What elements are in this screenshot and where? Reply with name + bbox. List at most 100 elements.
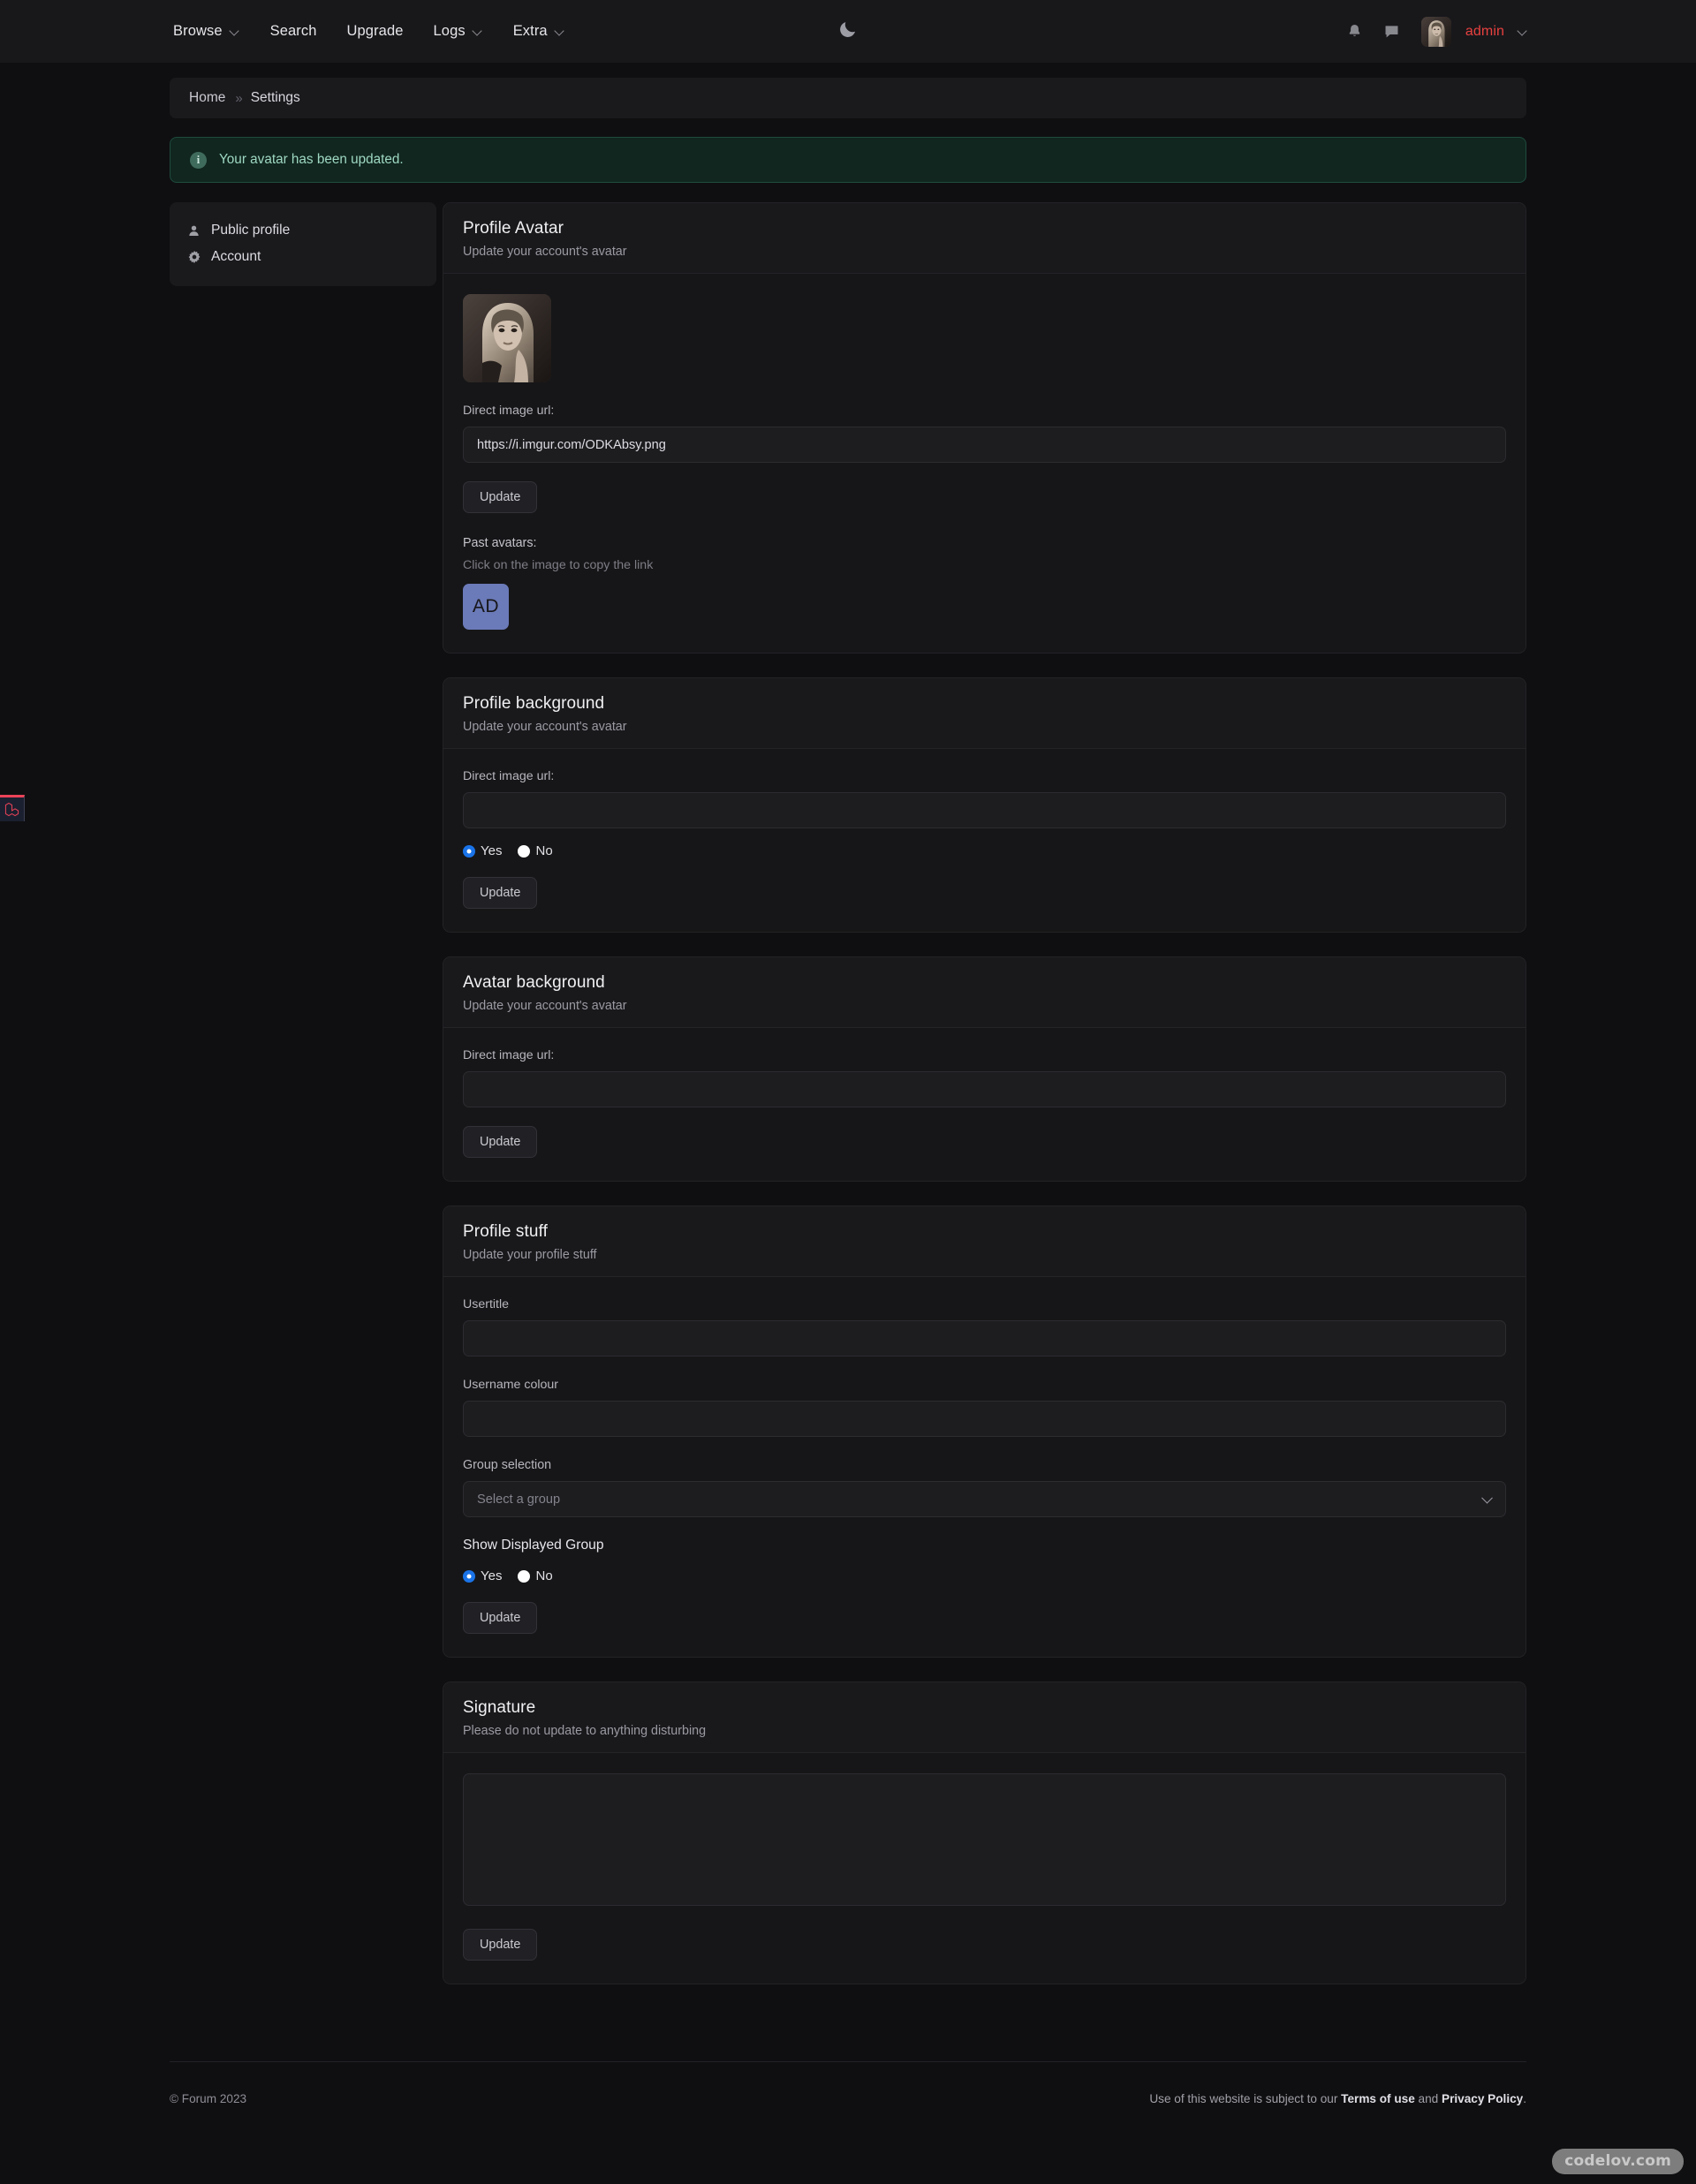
card-subtitle-signature: Please do not update to anything disturb… xyxy=(463,1724,707,1738)
theme-toggle-button[interactable] xyxy=(837,19,859,44)
sidebar-item-account[interactable]: Account xyxy=(170,244,436,270)
card-body: Direct image url: Update Past avatars: C… xyxy=(443,274,1526,653)
nav-item-search[interactable]: Search xyxy=(270,19,317,43)
avatar-update-button[interactable]: Update xyxy=(463,481,538,513)
footer-legal-middle: and xyxy=(1414,2092,1442,2105)
profile-background-update-button[interactable]: Update xyxy=(463,877,538,909)
radio-label-yes[interactable]: Yes xyxy=(481,843,502,858)
profile-stuff-update-button[interactable]: Update xyxy=(463,1602,538,1634)
primary-nav: Browse Search Upgrade Logs Extra xyxy=(173,19,565,43)
moon-icon xyxy=(840,21,855,37)
radio-yes-show-group[interactable] xyxy=(463,1569,475,1583)
radio-label-no[interactable]: No xyxy=(535,1568,552,1583)
card-subtitle-avatar-background: Update your account's avatar xyxy=(463,999,627,1013)
gear-icon xyxy=(187,251,201,263)
breadcrumb-separator-icon: » xyxy=(235,90,242,106)
card-body: Direct image url: Update xyxy=(443,1028,1526,1181)
terms-of-use-link[interactable]: Terms of use xyxy=(1341,2092,1415,2105)
label-group-selection: Group selection xyxy=(463,1458,552,1472)
page-footer: © Forum 2023 Use of this website is subj… xyxy=(170,2061,1526,2141)
nav-item-browse[interactable]: Browse xyxy=(173,19,240,43)
success-alert: i Your avatar has been updated. xyxy=(170,137,1526,183)
watermark: codelov.com xyxy=(1552,2149,1684,2174)
group-select-wrapper: Select a group xyxy=(463,1481,1506,1517)
card-header: Avatar background Update your account's … xyxy=(443,957,1526,1028)
card-profile-avatar: Profile Avatar Update your account's ava… xyxy=(443,202,1526,654)
past-avatar-item[interactable]: AD xyxy=(463,584,509,630)
card-title-profile-stuff: Profile stuff xyxy=(463,1222,548,1241)
card-header: Signature Please do not update to anythi… xyxy=(443,1682,1526,1753)
avatar-url-input[interactable] xyxy=(463,427,1506,463)
card-title-signature: Signature xyxy=(463,1698,536,1717)
usertitle-input[interactable] xyxy=(463,1320,1506,1356)
profile-background-url-input[interactable] xyxy=(463,792,1506,828)
card-title-profile-background: Profile background xyxy=(463,694,605,713)
privacy-policy-link[interactable]: Privacy Policy xyxy=(1442,2092,1523,2105)
radio-no-show-group[interactable] xyxy=(518,1569,531,1583)
username-label[interactable]: admin xyxy=(1465,24,1504,40)
card-profile-stuff: Profile stuff Update your profile stuff … xyxy=(443,1205,1526,1658)
breadcrumb-home[interactable]: Home xyxy=(189,90,225,106)
chevron-down-icon xyxy=(231,26,240,36)
navbar-actions: admin xyxy=(1344,16,1528,47)
card-body: Direct image url: Yes No Update xyxy=(443,749,1526,932)
radio-label-no[interactable]: No xyxy=(535,843,552,858)
label-usertitle: Usertitle xyxy=(463,1297,510,1311)
user-icon xyxy=(187,224,201,237)
card-title-profile-avatar: Profile Avatar xyxy=(463,219,564,238)
settings-sidebar: Public profile Account xyxy=(170,202,436,286)
sidebar-label-public-profile: Public profile xyxy=(211,223,291,238)
signature-update-button[interactable]: Update xyxy=(463,1929,538,1961)
nav-label-extra: Extra xyxy=(512,23,548,39)
label-direct-image-url: Direct image url: xyxy=(463,404,555,418)
radio-no-profile-background[interactable] xyxy=(518,844,531,858)
card-profile-background: Profile background Update your account's… xyxy=(443,677,1526,933)
chat-bubble-icon xyxy=(1385,26,1398,38)
laravel-debugbar-tab[interactable] xyxy=(0,795,25,821)
signature-textarea[interactable] xyxy=(463,1773,1506,1906)
card-subtitle-profile-background: Update your account's avatar xyxy=(463,720,627,734)
card-body: Update xyxy=(443,1753,1526,1984)
breadcrumb-current: Settings xyxy=(250,90,300,105)
show-displayed-group-label: Show Displayed Group xyxy=(463,1538,604,1553)
label-direct-image-url: Direct image url: xyxy=(463,1048,555,1062)
group-select[interactable]: Select a group xyxy=(463,1481,1506,1517)
radio-yes-profile-background[interactable] xyxy=(463,844,475,858)
radio-label-yes[interactable]: Yes xyxy=(481,1568,502,1583)
navbar-avatar[interactable] xyxy=(1420,16,1451,47)
profile-background-radio-group: Yes No xyxy=(463,843,1506,858)
footer-copyright: © Forum 2023 xyxy=(170,2092,247,2105)
card-header: Profile stuff Update your profile stuff xyxy=(443,1206,1526,1277)
username-colour-input[interactable] xyxy=(463,1401,1506,1437)
sidebar-item-public-profile[interactable]: Public profile xyxy=(170,217,436,244)
nav-label-upgrade: Upgrade xyxy=(346,23,404,39)
avatar-background-update-button[interactable]: Update xyxy=(463,1126,538,1158)
nav-item-logs[interactable]: Logs xyxy=(434,19,483,43)
current-avatar-image xyxy=(463,294,551,382)
group-select-value: Select a group xyxy=(477,1492,561,1507)
laravel-logo-icon xyxy=(4,802,19,817)
nav-item-upgrade[interactable]: Upgrade xyxy=(347,19,404,43)
messages-button[interactable] xyxy=(1381,20,1404,43)
card-subtitle-profile-stuff: Update your profile stuff xyxy=(463,1248,597,1262)
notifications-button[interactable] xyxy=(1344,20,1367,43)
card-header: Profile Avatar Update your account's ava… xyxy=(443,203,1526,274)
footer-legal-suffix: . xyxy=(1523,2092,1526,2105)
card-body: Usertitle Username colour Group selectio… xyxy=(443,1277,1526,1657)
user-menu-chevron-down-icon[interactable] xyxy=(1518,26,1528,36)
nav-item-extra[interactable]: Extra xyxy=(513,19,565,43)
breadcrumb: Home » Settings xyxy=(170,78,1526,118)
card-title-avatar-background: Avatar background xyxy=(463,973,605,992)
user-avatar-photo xyxy=(463,294,551,382)
card-header: Profile background Update your account's… xyxy=(443,678,1526,749)
footer-legal: Use of this website is subject to our Te… xyxy=(1149,2092,1526,2105)
past-avatars-label: Past avatars: xyxy=(463,536,537,550)
label-direct-image-url: Direct image url: xyxy=(463,769,555,783)
nav-label-search: Search xyxy=(269,23,317,39)
card-avatar-background: Avatar background Update your account's … xyxy=(443,956,1526,1182)
show-displayed-group-radio-group: Yes No xyxy=(463,1568,1506,1583)
nav-label-logs: Logs xyxy=(433,23,466,39)
user-avatar-photo xyxy=(1420,16,1451,47)
avatar-background-url-input[interactable] xyxy=(463,1071,1506,1107)
